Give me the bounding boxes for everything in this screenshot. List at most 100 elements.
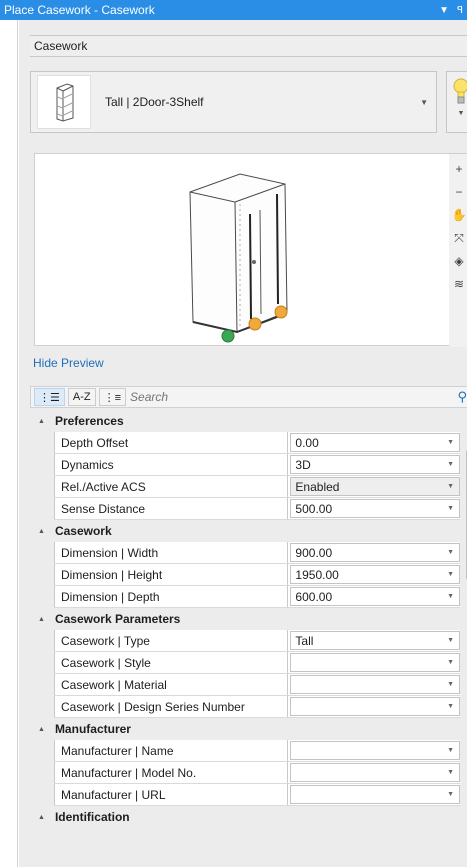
property-row: Sense Distance 500.00 ▼ bbox=[54, 498, 460, 520]
chevron-down-icon: ▼ bbox=[447, 769, 454, 776]
property-row: Dimension | Depth 600.00 ▼ bbox=[54, 586, 460, 608]
category-title: Identification bbox=[54, 810, 130, 824]
property-value: Tall bbox=[295, 633, 314, 648]
property-value-dropdown[interactable]: ▼ bbox=[290, 653, 460, 672]
property-name: Dimension | Depth bbox=[54, 586, 289, 607]
property-row: Casework | Design Series Number ▼ bbox=[54, 696, 460, 718]
property-name: Casework | Material bbox=[54, 674, 289, 695]
property-name: Dimension | Width bbox=[54, 542, 289, 563]
category-title: Manufacturer bbox=[54, 722, 131, 736]
category-casework[interactable]: ▲ Casework bbox=[30, 520, 460, 542]
property-row: Rel./Active ACS Enabled ▼ bbox=[54, 476, 460, 498]
property-value: 0.00 bbox=[295, 435, 319, 450]
property-name: Sense Distance bbox=[54, 498, 289, 519]
property-value-dropdown[interactable]: 600.00 ▼ bbox=[290, 587, 460, 606]
fit-view-icon[interactable]: ⤧ bbox=[454, 229, 464, 247]
chevron-down-icon: ▼ bbox=[447, 637, 454, 644]
category-combo[interactable]: Casework bbox=[30, 35, 467, 57]
property-value-dropdown[interactable]: 1950.00 ▼ bbox=[290, 565, 460, 584]
zoom-in-icon[interactable]: + bbox=[455, 160, 462, 178]
collapse-triangle-icon[interactable]: ▲ bbox=[38, 814, 45, 821]
property-row: Casework | Style ▼ bbox=[54, 652, 460, 674]
alphabetical-sort-button[interactable]: A-Z bbox=[67, 388, 96, 406]
chevron-down-icon: ▼ bbox=[447, 549, 454, 556]
view-tools-strip: + − ✋ ⤧ ◈ ≋ bbox=[449, 154, 467, 347]
property-row: Casework | Type Tall ▼ bbox=[54, 630, 460, 652]
property-name: Dynamics bbox=[54, 454, 289, 475]
property-value-dropdown[interactable]: ▼ bbox=[290, 697, 460, 716]
property-value-dropdown[interactable]: ▼ bbox=[290, 763, 460, 782]
property-value-dropdown[interactable]: Tall ▼ bbox=[290, 631, 460, 650]
window-title: Place Casework - Casework bbox=[4, 3, 155, 17]
chevron-down-icon: ▼ bbox=[447, 483, 454, 490]
chevron-down-icon: ▼ bbox=[420, 97, 428, 107]
chevron-down-icon: ▼ bbox=[447, 703, 454, 710]
property-row: Manufacturer | URL ▼ bbox=[54, 784, 460, 806]
categorized-view-button[interactable]: ⋮☰ bbox=[34, 388, 65, 406]
property-grid: ▲ Preferences Depth Offset 0.00 ▼ Dynamics 3D ▼… bbox=[30, 410, 460, 828]
favorites-filter-button[interactable]: ⋮≡ bbox=[98, 388, 127, 406]
chevron-down-icon: ▼ bbox=[447, 791, 454, 798]
properties-toolbar: ⋮☰ A-Z ⋮≡ ⚲ bbox=[30, 386, 467, 408]
property-name: Manufacturer | Model No. bbox=[54, 762, 289, 783]
property-name: Casework | Style bbox=[54, 652, 289, 673]
property-row: Manufacturer | Name ▼ bbox=[54, 740, 460, 762]
category-preferences[interactable]: ▲ Preferences bbox=[30, 410, 460, 432]
window-title-bar: Place Casework - Casework ▼ ꟼ bbox=[0, 0, 467, 20]
property-value-dropdown[interactable]: ▼ bbox=[290, 741, 460, 760]
pin-icon[interactable]: ꟼ bbox=[457, 5, 463, 16]
chevron-down-icon: ▼ bbox=[447, 681, 454, 688]
collapse-triangle-icon[interactable]: ▲ bbox=[38, 418, 45, 425]
property-value-dropdown[interactable]: ▼ bbox=[290, 675, 460, 694]
chevron-down-icon: ▼ bbox=[447, 747, 454, 754]
lightbulb-icon bbox=[453, 78, 467, 104]
chevron-down-icon: ▼ bbox=[447, 505, 454, 512]
property-value-dropdown[interactable]: 3D ▼ bbox=[290, 455, 460, 474]
property-row: Dimension | Width 900.00 ▼ bbox=[54, 542, 460, 564]
display-style-icon[interactable]: ≋ bbox=[454, 275, 464, 293]
property-value-dropdown[interactable]: 500.00 ▼ bbox=[290, 499, 460, 518]
category-combo-value: Casework bbox=[34, 39, 88, 53]
property-name: Manufacturer | Name bbox=[54, 740, 289, 761]
property-value: 1950.00 bbox=[295, 567, 339, 582]
property-row: Dynamics 3D ▼ bbox=[54, 454, 460, 476]
category-title: Casework bbox=[54, 524, 112, 538]
property-value-dropdown[interactable]: Enabled ▼ bbox=[290, 477, 460, 496]
property-value: Enabled bbox=[295, 479, 340, 494]
property-value: 3D bbox=[295, 457, 311, 472]
property-row: Dimension | Height 1950.00 ▼ bbox=[54, 564, 460, 586]
property-name: Rel./Active ACS bbox=[54, 476, 289, 497]
type-selector[interactable]: Tall | 2Door-3Shelf ▼ bbox=[30, 71, 437, 133]
category-title: Casework Parameters bbox=[54, 612, 181, 626]
category-title: Preferences bbox=[54, 414, 124, 428]
property-name: Casework | Type bbox=[54, 630, 289, 651]
category-manufacturer[interactable]: ▲ Manufacturer bbox=[30, 718, 460, 740]
property-value-dropdown[interactable]: 900.00 ▼ bbox=[290, 543, 460, 562]
search-icon[interactable]: ⚲ bbox=[457, 389, 467, 405]
property-name: Dimension | Height bbox=[54, 564, 289, 585]
property-row: Casework | Material ▼ bbox=[54, 674, 460, 696]
placement-options-button[interactable]: ▼ bbox=[446, 71, 467, 133]
chevron-down-icon: ▼ bbox=[457, 110, 465, 117]
type-selector-label: Tall | 2Door-3Shelf bbox=[105, 95, 204, 109]
property-value: 900.00 bbox=[295, 545, 333, 560]
pan-hand-icon[interactable]: ✋ bbox=[452, 206, 467, 224]
category-identification[interactable]: ▲ Identification bbox=[30, 806, 460, 828]
search-input[interactable] bbox=[130, 388, 431, 406]
zoom-out-icon[interactable]: − bbox=[455, 183, 462, 201]
property-name: Manufacturer | URL bbox=[54, 784, 289, 805]
view-cube-icon[interactable]: ◈ bbox=[454, 252, 463, 270]
tool-settings-panel: Casework Tall | 2Door-3Shelf ▼ ▼ + − ✋ ⤧… bbox=[19, 20, 467, 867]
collapse-triangle-icon[interactable]: ▲ bbox=[38, 616, 45, 623]
chevron-down-icon: ▼ bbox=[447, 571, 454, 578]
property-value-dropdown[interactable]: 0.00 ▼ bbox=[290, 433, 460, 452]
casework-3d-preview bbox=[189, 173, 288, 343]
category-casework-parameters[interactable]: ▲ Casework Parameters bbox=[30, 608, 460, 630]
collapse-triangle-icon[interactable]: ▲ bbox=[38, 528, 45, 535]
hide-preview-link[interactable]: Hide Preview bbox=[33, 356, 104, 370]
chevron-down-icon: ▼ bbox=[447, 659, 454, 666]
preview-viewport[interactable]: + − ✋ ⤧ ◈ ≋ bbox=[34, 153, 467, 347]
collapse-triangle-icon[interactable]: ▲ bbox=[38, 726, 45, 733]
panel-menu-icon[interactable]: ▼ bbox=[439, 5, 449, 16]
property-value-dropdown[interactable]: ▼ bbox=[290, 785, 460, 804]
